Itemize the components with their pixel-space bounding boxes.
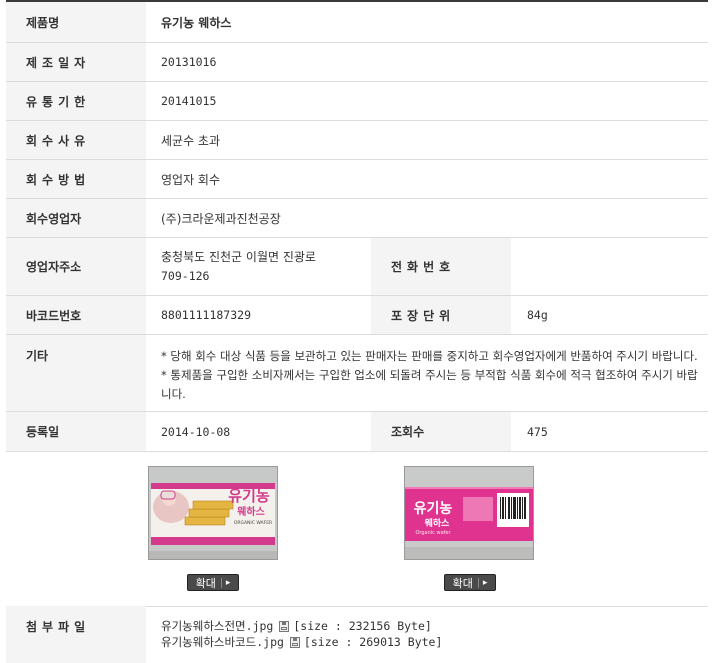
- label-etc: 기타: [6, 335, 146, 411]
- row-attachments: 첨부파일 유기농웨하스전면.jpg [size : 232156 Byte] 유…: [6, 606, 708, 663]
- save-disk-icon: [289, 636, 300, 648]
- value-recall-operator: (주)크라운제과진천공장: [161, 211, 281, 226]
- product-photo-front-image: 유기농 웨하스 ORGANIC WAFER: [149, 467, 277, 559]
- value-recall-reason: 세균수 초과: [161, 133, 221, 148]
- value-barcode: 8801111187329: [161, 308, 252, 322]
- value-manufacture-date: 20131016: [161, 55, 217, 69]
- value-recall-method: 영업자 회수: [161, 172, 221, 187]
- label-barcode: 바코드번호: [6, 296, 146, 334]
- product-images: 유기농 웨하스 ORGANIC WAFER 확대 ▸ 유기농 웨하스 Organi…: [6, 452, 708, 607]
- value-views: 475: [527, 424, 548, 439]
- row-product-name: 제품명 유기농 웨하스: [6, 2, 708, 43]
- attachment-size: [size : 232156 Byte]: [293, 619, 432, 633]
- product-photo-front[interactable]: 유기농 웨하스 ORGANIC WAFER: [148, 466, 278, 560]
- label-registered: 등록일: [6, 412, 146, 451]
- label-manufacture-date: 제조일자: [6, 43, 146, 81]
- product-photo-barcode[interactable]: 유기농 웨하스 Organic wafer: [404, 466, 534, 560]
- label-phone: 전화번호: [371, 238, 511, 295]
- enlarge-front-label: 확대: [195, 576, 216, 590]
- enlarge-barcode-label: 확대: [452, 576, 473, 590]
- photo2-brand: 유기농: [414, 501, 453, 517]
- label-recall-reason: 회수사유: [6, 121, 146, 159]
- label-expiry-date: 유통기한: [6, 82, 146, 120]
- value-registered: 2014-10-08: [161, 424, 231, 439]
- label-operator-address: 영업자주소: [6, 238, 146, 295]
- value-phone: [511, 238, 708, 295]
- row-expiry-date: 유통기한 20141015: [6, 82, 708, 121]
- label-recall-operator: 회수영업자: [6, 199, 146, 237]
- row-barcode-package: 바코드번호 8801111187329 포장단위 84g: [6, 296, 708, 335]
- value-operator-address: 충청북도 진천군 이월면 진광로 709-126: [146, 238, 371, 295]
- row-etc: 기타 * 당해 회수 대상 식품 등을 보관하고 있는 판매자는 판매를 중지하…: [6, 335, 708, 412]
- attachment-item: 유기농웨하스전면.jpg [size : 232156 Byte]: [161, 618, 442, 634]
- row-recall-reason: 회수사유 세균수 초과: [6, 121, 708, 160]
- label-views: 조회수: [371, 412, 511, 451]
- value-expiry-date: 20141015: [161, 94, 217, 108]
- attachment-link[interactable]: 유기농웨하스전면.jpg: [161, 618, 273, 634]
- address-line-2: 709-126: [161, 268, 210, 283]
- attachment-item: 유기농웨하스바코드.jpg [size : 269013 Byte]: [161, 634, 442, 650]
- chevron-right-icon: ▸: [477, 577, 487, 588]
- row-recall-method: 회수방법 영업자 회수: [6, 160, 708, 199]
- chevron-right-icon: ▸: [220, 577, 230, 588]
- enlarge-button-barcode[interactable]: 확대 ▸: [444, 574, 496, 591]
- row-recall-operator: 회수영업자 (주)크라운제과진천공장: [6, 199, 708, 238]
- row-manufacture-date: 제조일자 20131016: [6, 43, 708, 82]
- photo2-sub: 웨하스: [425, 517, 451, 529]
- save-disk-icon: [279, 620, 290, 632]
- photo1-brand: 유기농: [228, 487, 270, 505]
- label-product-name: 제품명: [6, 2, 146, 42]
- label-attachments: 첨부파일: [6, 606, 146, 663]
- enlarge-button-front[interactable]: 확대 ▸: [187, 574, 239, 591]
- value-etc: * 당해 회수 대상 식품 등을 보관하고 있는 판매자는 판매를 중지하고 회…: [146, 335, 708, 411]
- attachment-link[interactable]: 유기농웨하스바코드.jpg: [161, 634, 284, 650]
- label-package-unit: 포장단위: [371, 296, 511, 334]
- row-registered-views: 등록일 2014-10-08 조회수 475: [6, 412, 708, 452]
- photo1-sub: 웨하스: [237, 505, 265, 518]
- value-product-name: 유기농 웨하스: [161, 15, 232, 30]
- attachment-size: [size : 269013 Byte]: [303, 635, 443, 649]
- photo2-caption: Organic wafer: [415, 530, 451, 536]
- photo1-caption: ORGANIC WAFER: [234, 520, 272, 526]
- etc-note-text: * 당해 회수 대상 식품 등을 보관하고 있는 판매자는 판매를 중지하고 회…: [161, 349, 698, 401]
- address-line-1: 충청북도 진천군 이월면 진광로: [161, 249, 316, 264]
- product-photo-barcode-image: 유기농 웨하스 Organic wafer: [405, 467, 533, 559]
- attachment-list: 유기농웨하스전면.jpg [size : 232156 Byte] 유기농웨하스…: [161, 618, 442, 650]
- row-address-phone: 영업자주소 충청북도 진천군 이월면 진광로 709-126 전화번호: [6, 238, 708, 296]
- label-etc-text: 기타: [26, 349, 49, 363]
- label-recall-method: 회수방법: [6, 160, 146, 198]
- value-package-unit: 84g: [527, 308, 548, 322]
- recall-detail-page: 제품명 유기농 웨하스 제조일자 20131016 유통기한 20141015 …: [0, 0, 720, 663]
